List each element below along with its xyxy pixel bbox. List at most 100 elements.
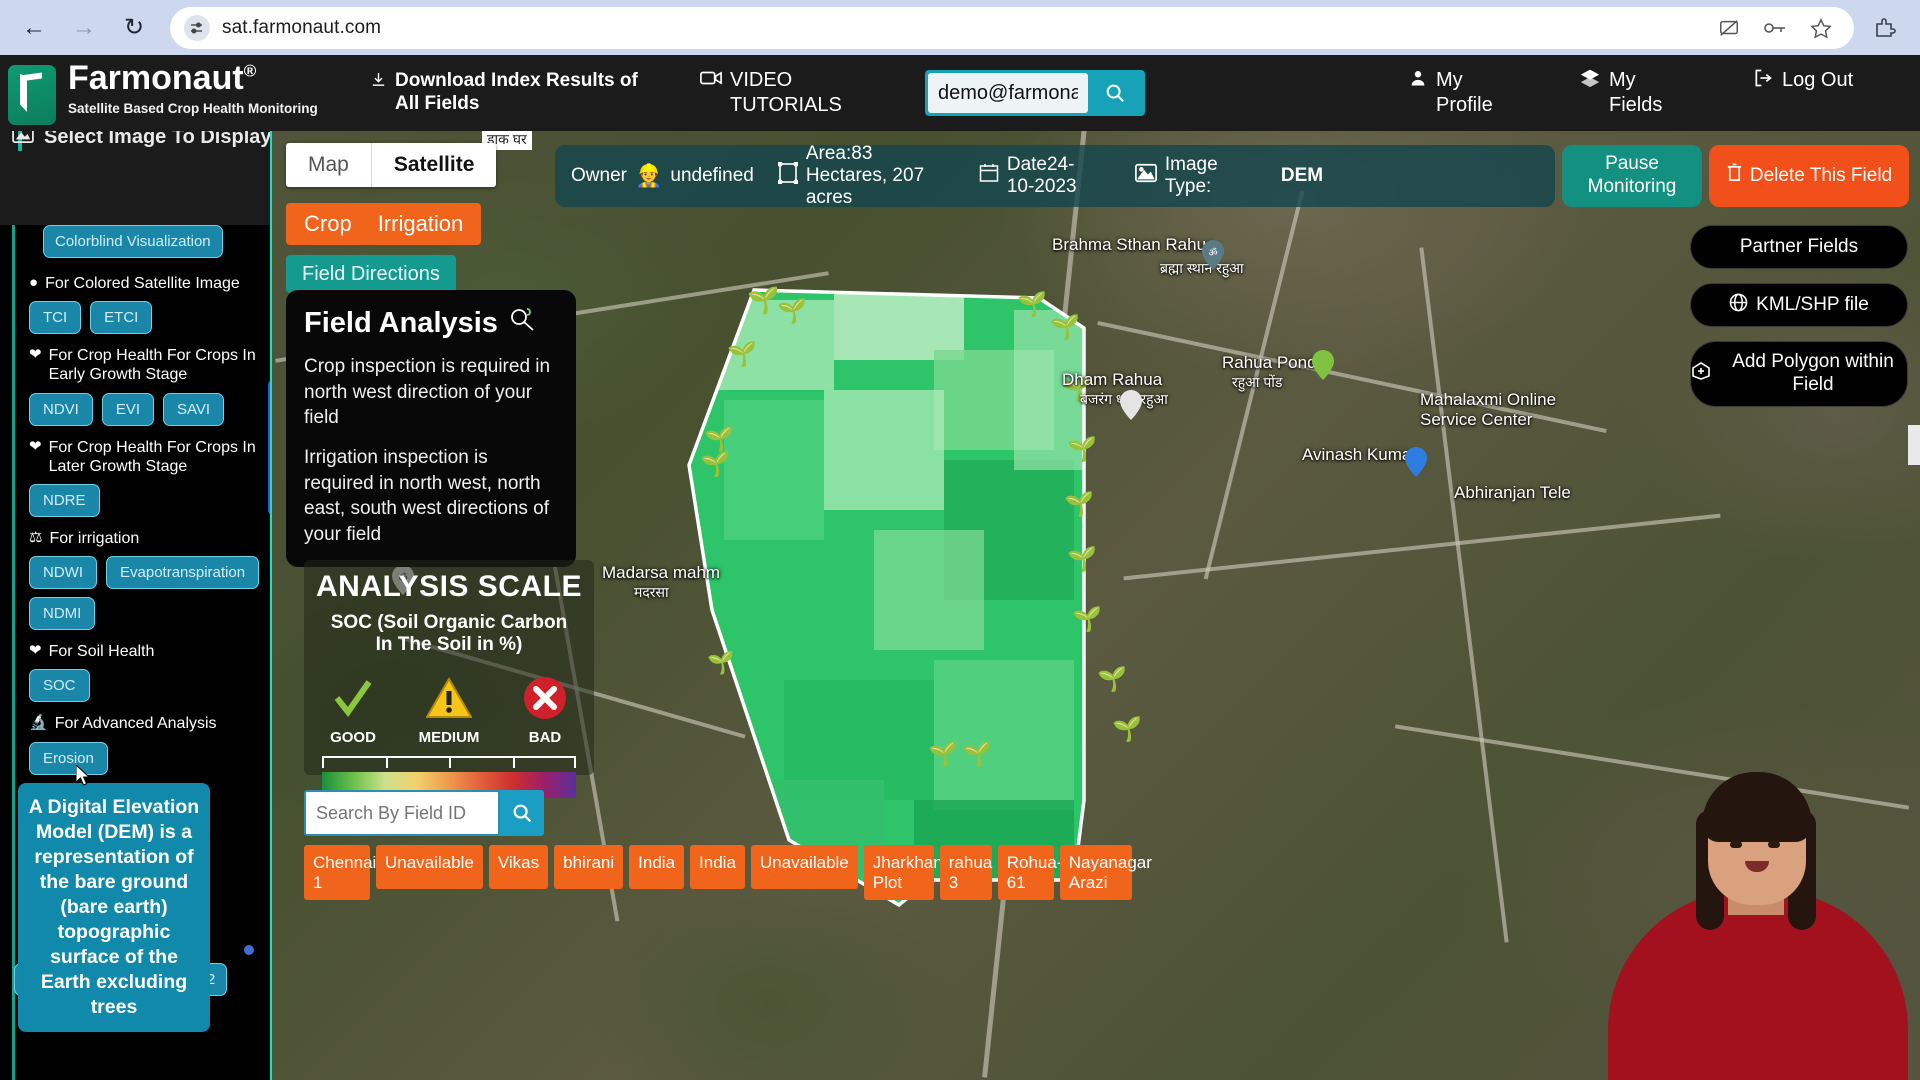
field-analysis-line-2: Irrigation inspection is required in nor…	[304, 446, 550, 545]
assistant-avatar-video[interactable]	[1590, 740, 1920, 1080]
index-chip-evapotranspiration[interactable]: Evapotranspiration	[106, 556, 260, 590]
field-chip[interactable]: bhirani	[554, 845, 624, 889]
index-chip-soc[interactable]: SOC	[29, 669, 90, 703]
field-chip[interactable]: Jharkhand Plot	[863, 845, 952, 901]
sidebar-scrollbar[interactable]	[268, 380, 270, 515]
bookmark-star-icon[interactable]	[1808, 15, 1834, 41]
brand-tagline: Satellite Based Crop Health Monitoring	[68, 101, 318, 116]
map-type-toggle[interactable]: Map Satellite	[286, 143, 497, 187]
index-chip-erosion[interactable]: Erosion	[29, 741, 108, 775]
group-label-soil-health: ❤ For Soil Health	[29, 642, 270, 661]
log-out-link[interactable]: Log Out	[1753, 68, 1860, 95]
crop-marker-icon: 🌱	[1064, 491, 1094, 518]
date-label: Date24-10-2023	[1006, 154, 1077, 197]
index-chip-savi[interactable]: SAVI	[163, 392, 225, 426]
field-directions-button[interactable]: Field Directions	[286, 255, 456, 293]
add-polygon-button[interactable]: Add Polygon within Field	[1690, 341, 1908, 407]
my-fields-link[interactable]: My Fields	[1580, 68, 1687, 118]
field-chip[interactable]: Nayanagar Arazi	[1059, 845, 1152, 901]
map-pin-icon[interactable]	[1312, 350, 1334, 380]
field-chip[interactable]: Unavailable	[750, 845, 858, 889]
index-sidebar[interactable]: Select Image To Display On Map Colorblin…	[0, 125, 272, 1080]
search-input[interactable]	[928, 73, 1088, 113]
forward-arrow-icon[interactable]: →	[64, 8, 104, 48]
area-label: Area:83 Hectares, 207 acres	[805, 143, 925, 208]
index-chip-tci[interactable]: TCI	[29, 301, 82, 335]
cast-blocked-icon[interactable]	[1716, 15, 1742, 41]
satellite-map[interactable]: 🌱 🌱 🌱 🌱 🌱 🌱 🌱 🌱 🌱 🌱 🌱 🌱 🌱 🌱 🌱 🌱 🌱 डाक घर…	[272, 125, 1920, 1080]
download-index-results-link[interactable]: Download Index Results of All Fields	[370, 70, 640, 116]
my-fields-label: My Fields	[1609, 69, 1663, 116]
map-pin-icon[interactable]: ॐ	[1202, 240, 1224, 270]
image-icon	[1134, 163, 1157, 189]
farmonaut-logo-icon	[8, 65, 56, 125]
kml-shp-file-button[interactable]: KML/SHP file	[1690, 283, 1908, 327]
irrigation-tab-label[interactable]: Irrigation	[378, 211, 464, 237]
map-pin-icon[interactable]	[1120, 390, 1142, 420]
map-type-satellite[interactable]: Satellite	[370, 143, 497, 187]
group-label-text: For Soil Health	[48, 643, 155, 661]
map-pin-icon[interactable]	[1405, 447, 1427, 477]
crop-marker-icon: 🌱	[928, 741, 958, 768]
field-id-search-button[interactable]	[500, 790, 544, 836]
group-label-later-growth: ❤ For Crop Health For Crops In Later Gro…	[29, 438, 270, 476]
password-key-icon[interactable]	[1762, 15, 1788, 41]
pause-monitoring-button[interactable]: Pause Monitoring	[1562, 145, 1702, 207]
analysis-scale-panel: ANALYSIS SCALE SOC (Soil Organic Carbon …	[304, 560, 594, 798]
crop-marker-icon: 🌱	[1112, 716, 1142, 743]
owner-label: Owner	[571, 165, 627, 187]
field-id-input[interactable]	[304, 790, 500, 836]
field-chip[interactable]: rahua 3	[939, 845, 992, 901]
area-info: Area:83 Hectares, 207 acres	[777, 143, 951, 209]
warning-icon	[418, 671, 480, 725]
registered-mark: ®	[243, 61, 257, 81]
field-chip[interactable]: Rohua-61	[997, 845, 1063, 901]
crop-marker-icon: 🌱	[1072, 606, 1102, 633]
heart-pulse-icon: ❤	[29, 346, 42, 364]
crop-tab-label[interactable]: Crop	[304, 211, 352, 237]
field-chip[interactable]: Chennai 1	[304, 845, 376, 901]
search-button[interactable]	[1088, 73, 1142, 113]
index-chip-evi[interactable]: EVI	[101, 392, 155, 426]
index-chip-ndwi[interactable]: NDWI	[29, 556, 97, 590]
my-profile-link[interactable]: My Profile	[1409, 68, 1514, 118]
address-bar[interactable]: sat.farmonaut.com	[170, 6, 1854, 49]
video-tutorials-label: VIDEO TUTORIALS	[730, 69, 842, 116]
farmer-icon: 👷	[634, 163, 663, 189]
field-chip-list: Chennai 1 Unavailable Vikas bhirani Indi…	[304, 845, 1152, 901]
app-header: Farmonaut® Satellite Based Crop Health M…	[0, 55, 1920, 131]
crop-marker-icon: 🌱	[1067, 546, 1097, 573]
chip-row-soil-health: SOC	[29, 669, 270, 703]
group-label-text: For irrigation	[49, 529, 140, 547]
index-chip-ndre[interactable]: NDRE	[29, 483, 100, 517]
video-camera-icon	[700, 68, 722, 93]
extensions-icon[interactable]	[1864, 7, 1906, 49]
crop-irrigation-toggle[interactable]: Crop Irrigation	[286, 203, 482, 245]
crop-marker-icon: 🌱	[700, 451, 730, 478]
index-chip-ndmi[interactable]: NDMI	[29, 597, 96, 631]
field-analysis-title-text: Field Analysis	[304, 306, 498, 339]
site-settings-icon[interactable]	[184, 14, 210, 41]
reload-icon[interactable]: ↻	[114, 8, 154, 48]
field-chip[interactable]: Vikas	[488, 845, 549, 889]
index-chip-etci[interactable]: ETCI	[90, 301, 153, 335]
partner-fields-label: Partner Fields	[1739, 236, 1859, 257]
kml-shp-file-label: KML/SHP file	[1756, 294, 1869, 315]
field-chip[interactable]: India	[629, 845, 685, 889]
legend-bad-label: BAD	[528, 728, 562, 746]
heart-pulse-icon: ❤	[29, 642, 42, 660]
index-chip-ndvi[interactable]: NDVI	[29, 392, 93, 426]
trash-icon	[1726, 163, 1743, 189]
video-tutorials-link[interactable]: VIDEO TUTORIALS	[700, 68, 880, 118]
map-label: मदरसा	[634, 584, 669, 600]
crop-marker-icon: 🌱	[1097, 666, 1127, 693]
colorblind-visualization-chip[interactable]: Colorblind Visualization	[43, 225, 223, 258]
field-chip[interactable]: India	[690, 845, 745, 889]
delete-field-button[interactable]: Delete This Field	[1709, 145, 1909, 207]
group-label-text: For Advanced Analysis	[54, 715, 217, 733]
back-arrow-icon[interactable]: ←	[14, 8, 54, 48]
field-chip[interactable]: Unavailable	[376, 845, 483, 889]
partner-fields-button[interactable]: Partner Fields	[1690, 225, 1908, 269]
brand[interactable]: Farmonaut® Satellite Based Crop Health M…	[0, 61, 330, 125]
map-type-map[interactable]: Map	[286, 143, 371, 187]
